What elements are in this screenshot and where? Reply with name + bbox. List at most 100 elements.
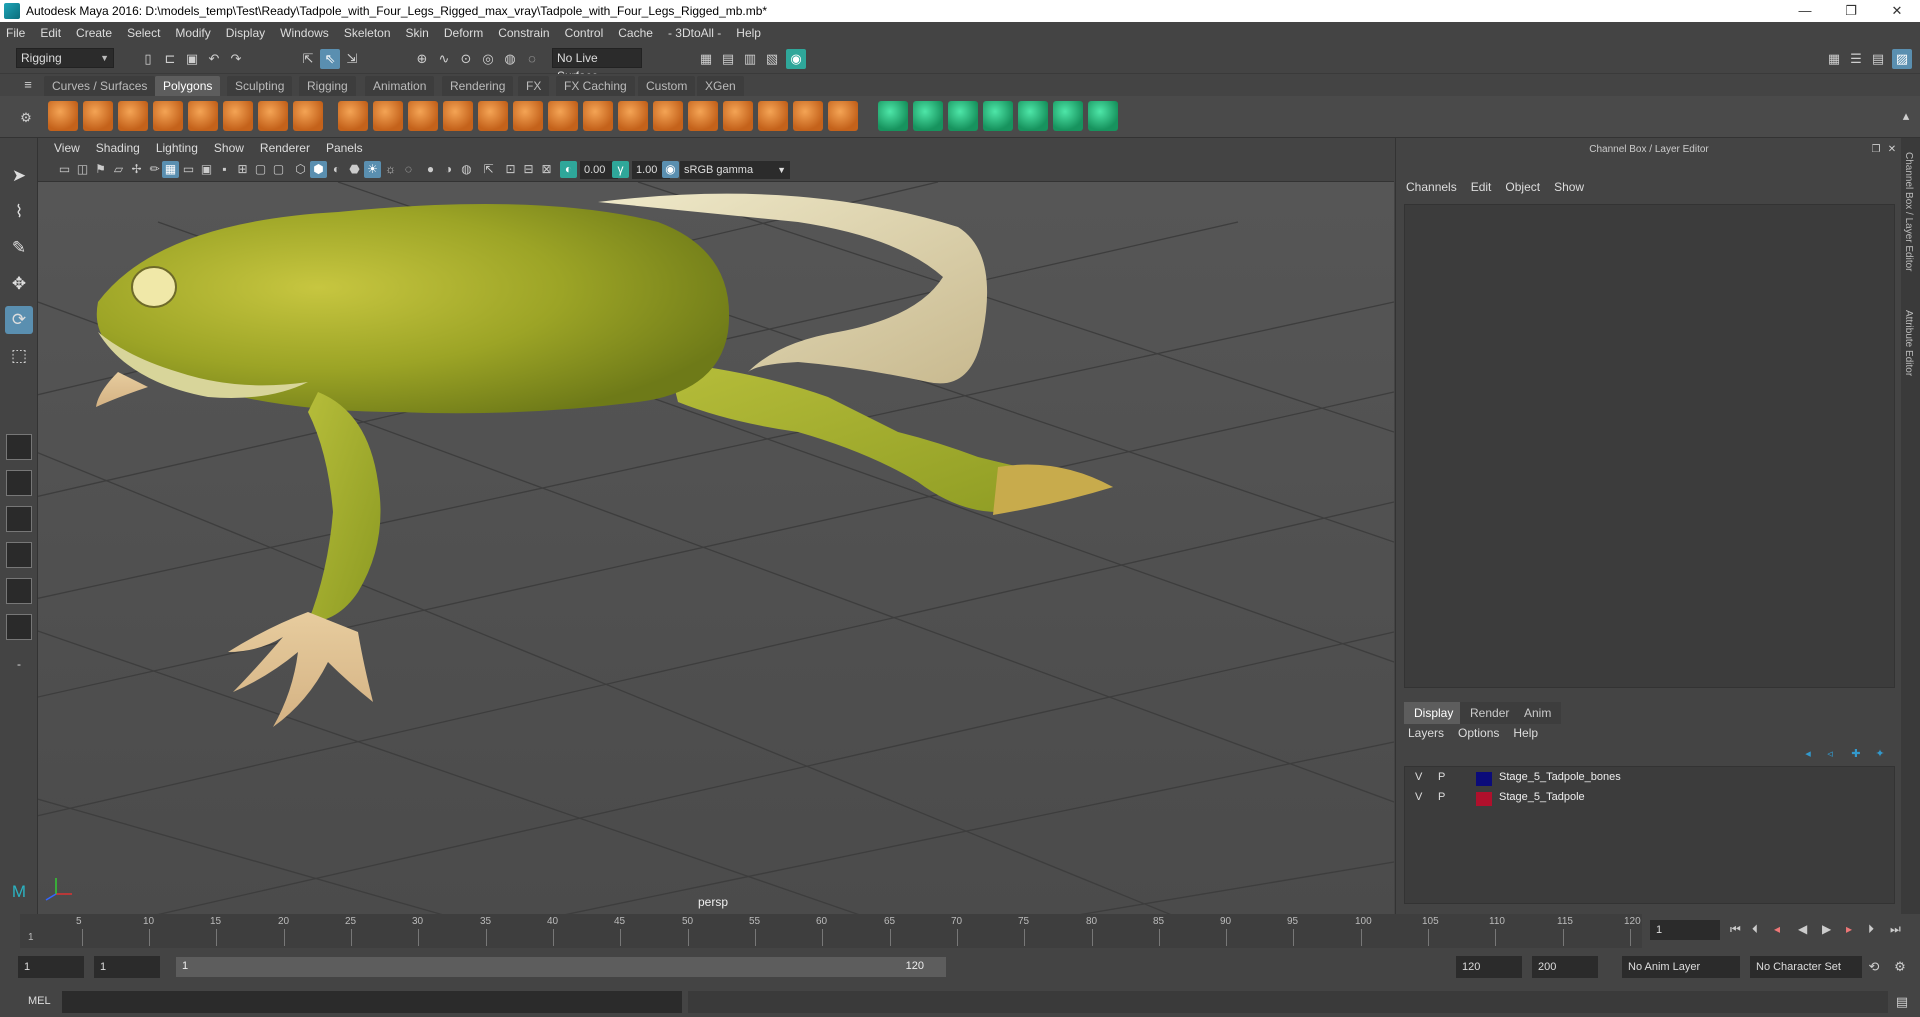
playback-end-field[interactable]: 120 — [1456, 956, 1522, 978]
snap-grid-icon[interactable]: ⊕ — [412, 49, 432, 69]
step-forward-frame-icon[interactable]: ▸ — [1846, 922, 1852, 936]
move-tool-icon[interactable]: ✥ — [5, 270, 33, 298]
more-layouts-icon[interactable]: - — [5, 650, 33, 678]
poly-cylinder-icon[interactable] — [118, 101, 148, 131]
combine-icon[interactable] — [338, 101, 368, 131]
vp-menu-panels[interactable]: Panels — [326, 141, 363, 155]
goto-start-icon[interactable]: ⏮ — [1730, 922, 1741, 937]
move-layer-up-icon[interactable]: ◂ — [1798, 744, 1818, 764]
exposure-icon[interactable]: ◐ — [560, 161, 577, 178]
isolate-select-icon[interactable]: ⇱ — [480, 161, 497, 178]
time-slider[interactable]: 1 5 10 15 20 25 30 35 40 45 50 55 60 65 70 75 80 85 90 95 1… — [0, 914, 1920, 948]
vp-menu-shading[interactable]: Shading — [96, 141, 140, 155]
backface-icon[interactable]: ⊠ — [538, 161, 555, 178]
poly-cone-icon[interactable] — [153, 101, 183, 131]
target-weld-icon[interactable] — [688, 101, 718, 131]
menu-edit[interactable]: Edit — [40, 26, 61, 40]
animation-preferences-icon[interactable]: ⚙ — [1890, 957, 1910, 977]
anim-layer-dropdown[interactable]: No Anim Layer — [1622, 956, 1740, 978]
tab-sculpting[interactable]: Sculpting — [227, 76, 293, 96]
smooth-shade-icon[interactable]: ⬢ — [310, 161, 327, 178]
cb-menu-object[interactable]: Object — [1505, 180, 1540, 194]
persp-graph-layout-icon[interactable] — [6, 542, 32, 568]
four-view-layout-icon[interactable] — [6, 470, 32, 496]
render-sequence-icon[interactable]: ▤ — [718, 49, 738, 69]
mel-label[interactable]: MEL — [28, 995, 51, 1007]
range-bar[interactable]: 1 120 — [176, 957, 946, 977]
tab-custom[interactable]: Custom — [638, 76, 696, 96]
menu-modify[interactable]: Modify — [175, 26, 210, 40]
snap-curve-icon[interactable]: ∿ — [434, 49, 454, 69]
vp-menu-show[interactable]: Show — [214, 141, 244, 155]
lasso-tool-icon[interactable]: ⌇ — [5, 198, 33, 226]
resolution-gate-icon[interactable]: ▣ — [198, 161, 215, 178]
fill-hole-icon[interactable] — [793, 101, 823, 131]
menu-create[interactable]: Create — [76, 26, 112, 40]
step-back-frame-icon[interactable]: ◂ — [1774, 922, 1780, 936]
render-settings-icon[interactable]: ▧ — [762, 49, 782, 69]
menu-windows[interactable]: Windows — [280, 26, 329, 40]
gate-mask-icon[interactable]: ▪ — [216, 161, 233, 178]
film-gate-icon[interactable]: ▭ — [180, 161, 197, 178]
poly-cube-icon[interactable] — [83, 101, 113, 131]
ambient-occlusion-icon[interactable]: ● — [422, 161, 439, 178]
layer-row[interactable]: V P Stage_5_Tadpole — [1405, 789, 1894, 809]
tab-anim[interactable]: Anim — [1514, 702, 1562, 724]
append-polygon-icon[interactable] — [828, 101, 858, 131]
menu-help[interactable]: Help — [736, 26, 761, 40]
menu-skin[interactable]: Skin — [406, 26, 429, 40]
select-tool-icon[interactable]: ➤ — [5, 162, 33, 190]
shelf-scroll-icon[interactable]: ▴ — [1896, 106, 1916, 126]
spherical-uv-icon[interactable] — [948, 101, 978, 131]
move-layer-down-icon[interactable]: ◃ — [1820, 744, 1840, 764]
new-layer-icon[interactable]: ✚ — [1846, 744, 1866, 764]
cb-menu-edit[interactable]: Edit — [1471, 180, 1492, 194]
cb-menu-channels[interactable]: Channels — [1406, 180, 1457, 194]
bridge-icon[interactable] — [583, 101, 613, 131]
rotate-tool-icon[interactable]: ⟳ — [5, 306, 33, 334]
ipr-render-icon[interactable]: ▥ — [740, 49, 760, 69]
character-set-dropdown[interactable]: No Character Set — [1750, 956, 1862, 978]
scene-start-field[interactable]: 1 — [18, 956, 84, 978]
poly-pipe-icon[interactable] — [293, 101, 323, 131]
menu-3dtoall[interactable]: - 3DtoAll - — [668, 26, 721, 40]
tab-fx[interactable]: FX — [518, 76, 550, 96]
shelf-menu-icon[interactable]: ≡ — [18, 75, 38, 95]
redo-icon[interactable]: ↷ — [226, 49, 246, 69]
poly-prism-icon[interactable] — [258, 101, 288, 131]
unfold-uv-icon[interactable] — [1088, 101, 1118, 131]
step-forward-key-icon[interactable]: ⏵ — [1868, 922, 1874, 937]
layer-row[interactable]: V P Stage_5_Tadpole_bones — [1405, 769, 1894, 789]
wireframe-on-shaded-icon[interactable]: ◐ — [328, 161, 345, 178]
tab-animation[interactable]: Animation — [365, 76, 435, 96]
color-space-dropdown[interactable]: sRGB gamma ▼ — [680, 161, 790, 179]
cylindrical-uv-icon[interactable] — [913, 101, 943, 131]
modeling-toolkit-icon[interactable]: ▦ — [1824, 49, 1844, 69]
side-tab-attribute-editor[interactable]: Attribute Editor — [1903, 310, 1914, 376]
checker-uv-icon[interactable] — [1053, 101, 1083, 131]
goto-end-icon[interactable]: ⏭ — [1890, 922, 1901, 937]
timeline-bar[interactable]: 1 5 10 15 20 25 30 35 40 45 50 55 60 65 70 75 80 85 90 95 1… — [20, 914, 1642, 948]
vp-menu-view[interactable]: View — [54, 141, 80, 155]
shelf-options-icon[interactable]: ⚙ — [16, 108, 36, 128]
snap-point-icon[interactable]: ⊙ — [456, 49, 476, 69]
tab-render[interactable]: Render — [1460, 702, 1520, 724]
menu-cache[interactable]: Cache — [618, 26, 653, 40]
bevel-icon[interactable] — [618, 101, 648, 131]
layer-menu-layers[interactable]: Layers — [1408, 726, 1444, 740]
insert-edge-loop-icon[interactable] — [723, 101, 753, 131]
menuset-dropdown[interactable]: Rigging ▼ — [16, 48, 114, 68]
hypershade-icon[interactable]: ◉ — [786, 49, 806, 69]
undo-icon[interactable]: ↶ — [204, 49, 224, 69]
menu-select[interactable]: Select — [127, 26, 160, 40]
grease-pencil-icon[interactable]: ✏ — [146, 161, 163, 178]
render-frame-icon[interactable]: ▦ — [696, 49, 716, 69]
camera-attributes-icon[interactable]: ◫ — [74, 161, 91, 178]
close-button[interactable]: ✕ — [1874, 0, 1920, 22]
menu-control[interactable]: Control — [565, 26, 604, 40]
play-backward-icon[interactable]: ◀ — [1798, 922, 1807, 936]
layer-menu-options[interactable]: Options — [1458, 726, 1499, 740]
tab-xgen[interactable]: XGen — [697, 76, 744, 96]
boolean-icon[interactable] — [478, 101, 508, 131]
xray-active-icon[interactable]: ⊟ — [520, 161, 537, 178]
